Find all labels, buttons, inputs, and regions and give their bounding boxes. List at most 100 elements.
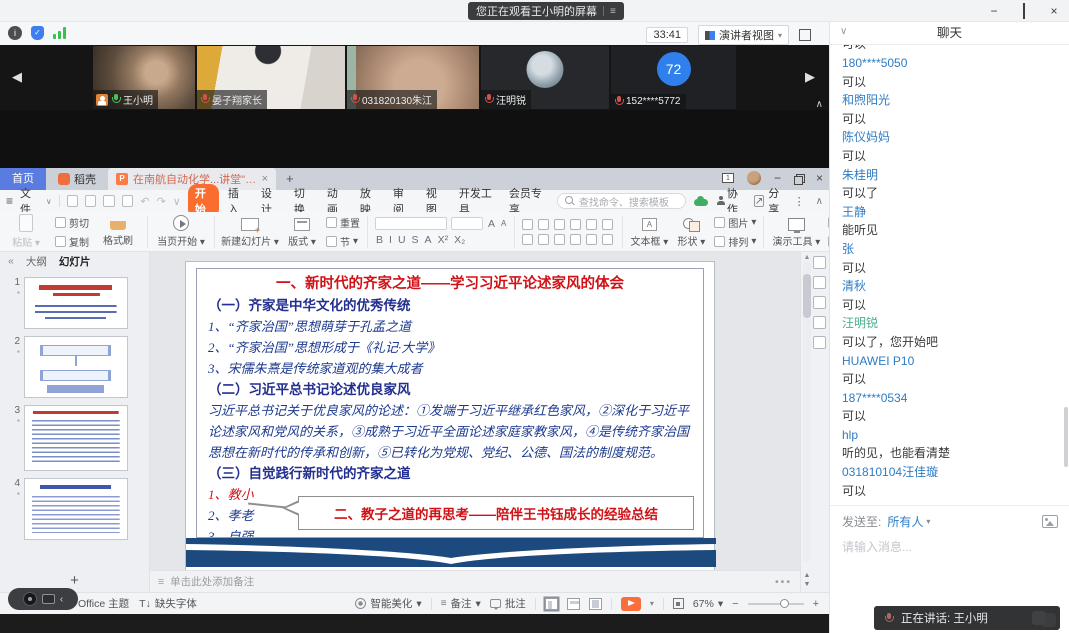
font-name-select[interactable]	[375, 217, 447, 230]
font-style-button[interactable]: A	[424, 234, 433, 246]
copy-button[interactable]: 复制	[55, 234, 89, 249]
fit-slide-icon[interactable]	[673, 598, 684, 609]
reset-button[interactable]: 重置	[326, 215, 360, 230]
minimize-button[interactable]: −	[987, 4, 1001, 18]
save-icon[interactable]	[67, 195, 78, 207]
chart-panel-icon[interactable]	[813, 316, 826, 329]
chat-message-list[interactable]: 可以 180****5050 可以 和煦阳光 可以 陈仪妈妈 可	[830, 45, 1069, 505]
current-slide[interactable]: 一、新时代的齐家之道——学习习近平论述家风的体会 （一）齐家是中华文化的优秀传统…	[185, 261, 715, 571]
smart-beautify-button[interactable]: 智能美化 ▾	[355, 596, 421, 611]
chat-collapse-chevron-icon[interactable]: ∨	[840, 26, 847, 37]
slide-thumbnail[interactable]	[24, 405, 128, 471]
vertical-scrollbar[interactable]	[803, 262, 811, 562]
chat-input[interactable]: 请输入消息...	[842, 538, 1058, 555]
normal-view-icon[interactable]	[545, 598, 558, 610]
comments-button[interactable]: 批注	[490, 596, 526, 611]
sort-icon[interactable]	[586, 219, 597, 230]
decrease-font-button[interactable]: A	[500, 219, 507, 228]
media-panel-icon[interactable]	[813, 296, 826, 309]
previous-slide-icon[interactable]: ▲	[804, 572, 811, 579]
slideshow-play-button[interactable]	[621, 597, 641, 611]
banner-menu-icon[interactable]: ≡	[610, 6, 616, 17]
numbering-icon[interactable]	[538, 219, 549, 230]
font-style-button[interactable]: X₂	[453, 234, 466, 246]
font-size-select[interactable]	[451, 217, 483, 230]
meeting-floating-controls[interactable]: ‹	[8, 588, 78, 610]
print-icon[interactable]	[85, 195, 96, 207]
missing-font-warning[interactable]: T↓ 缺失字体	[139, 596, 197, 611]
chat-sender-name[interactable]: hlp	[842, 426, 1058, 445]
wps-restore-button[interactable]	[794, 174, 803, 183]
slide-sorter-view-icon[interactable]	[567, 598, 580, 610]
font-style-button[interactable]: B	[375, 234, 384, 246]
zoom-slider[interactable]	[748, 603, 804, 605]
video-tile[interactable]: 王小明	[93, 46, 195, 109]
command-search-input[interactable]: 查找命令、搜索模板	[557, 193, 686, 209]
user-avatar[interactable]	[747, 171, 761, 185]
reading-view-icon[interactable]	[589, 598, 602, 610]
increase-font-button[interactable]: A	[487, 218, 496, 230]
chat-sender-name[interactable]: HUAWEI P10	[842, 352, 1058, 371]
justify-icon[interactable]	[570, 234, 581, 245]
hamburger-menu-icon[interactable]: ≡	[6, 194, 13, 208]
video-tile[interactable]: 汪明锐	[481, 46, 609, 109]
theme-label[interactable]: Office 主题	[78, 596, 129, 611]
arrange-button[interactable]: 排列 ▾	[714, 234, 756, 249]
chat-scrollbar-thumb[interactable]	[1064, 407, 1068, 467]
slide-thumbnail[interactable]	[24, 277, 128, 329]
view-mode-dropdown[interactable]: 演讲者视图 ▾	[698, 25, 789, 45]
chat-sender-name[interactable]: 187****0534	[842, 389, 1058, 408]
cut-button[interactable]: 剪切	[55, 215, 89, 230]
collapse-ribbon-icon[interactable]: ∧	[816, 196, 823, 207]
wps-minimize-button[interactable]: −	[774, 171, 781, 185]
format-painter-button[interactable]: 格式刷	[96, 216, 140, 247]
scroll-up-icon[interactable]: ▲	[803, 254, 811, 261]
redo-icon[interactable]: ↷	[157, 195, 166, 208]
cloud-sync-icon[interactable]	[693, 196, 705, 206]
undo-icon[interactable]: ↶	[140, 195, 149, 208]
indent-increase-icon[interactable]	[570, 219, 581, 230]
more-chevron-icon[interactable]: ∨	[173, 195, 181, 208]
zoom-level[interactable]: 67% ▾	[693, 598, 723, 610]
slide-thumbnail[interactable]	[24, 336, 128, 398]
collapse-controls-chevron-icon[interactable]: ‹	[60, 594, 63, 605]
tab-docer[interactable]: 稻壳	[46, 168, 108, 190]
properties-panel-icon[interactable]	[813, 256, 826, 269]
maximize-button[interactable]	[1023, 3, 1025, 19]
presentation-tools-button[interactable]: 演示工具 ▾	[771, 216, 821, 248]
tab-outline[interactable]: 大纲	[26, 254, 47, 269]
more-options-icon[interactable]: ⋮	[794, 195, 805, 208]
chat-sender-name[interactable]: 陈仪妈妈	[842, 128, 1058, 147]
window-switch-icon[interactable]: 1	[722, 173, 734, 183]
play-from-current-button[interactable]: 当页开始 ▾	[155, 215, 207, 248]
font-style-button[interactable]: U	[397, 234, 407, 246]
chat-sender-name[interactable]: 王静	[842, 203, 1058, 222]
picture-button[interactable]: 图片 ▾	[714, 215, 756, 230]
chat-sender-name[interactable]: 和煦阳光	[842, 91, 1058, 110]
zoom-out-button[interactable]: −	[732, 598, 738, 610]
fullscreen-icon[interactable]	[799, 29, 811, 41]
video-tile[interactable]: 晏子翔家长	[197, 46, 345, 109]
add-slide-button[interactable]: +	[0, 572, 149, 589]
next-videos-button[interactable]: ▶	[805, 69, 815, 85]
font-style-button[interactable]: S	[411, 234, 420, 246]
video-tile[interactable]: 031820130朱江	[347, 46, 479, 109]
prev-videos-button[interactable]: ◀	[12, 69, 22, 85]
text-panel-icon[interactable]	[813, 336, 826, 349]
chat-sender-name[interactable]: 清秋	[842, 277, 1058, 296]
indent-decrease-icon[interactable]	[554, 219, 565, 230]
bullets-icon[interactable]	[522, 219, 533, 230]
slide-callout[interactable]: 二、教子之道的再思考——陪伴王书钰成长的经验总结	[298, 496, 694, 530]
align-left-icon[interactable]	[522, 234, 533, 245]
align-right-icon[interactable]	[554, 234, 565, 245]
export-icon[interactable]	[122, 195, 133, 207]
wps-close-button[interactable]: ×	[816, 171, 823, 185]
zoom-slider-knob[interactable]	[780, 599, 789, 608]
meeting-timer-icon[interactable]	[23, 592, 37, 606]
columns-icon[interactable]	[602, 234, 613, 245]
notes-bar[interactable]: ≡ 单击此处添加备注 •••	[150, 570, 800, 592]
text-box-button[interactable]: A 文本框 ▾	[630, 216, 668, 248]
shapes-button[interactable]: 形状 ▾	[675, 215, 707, 248]
notes-button[interactable]: ≡备注 ▾	[441, 596, 481, 611]
chat-sender-name[interactable]: 朱桂明	[842, 166, 1058, 185]
